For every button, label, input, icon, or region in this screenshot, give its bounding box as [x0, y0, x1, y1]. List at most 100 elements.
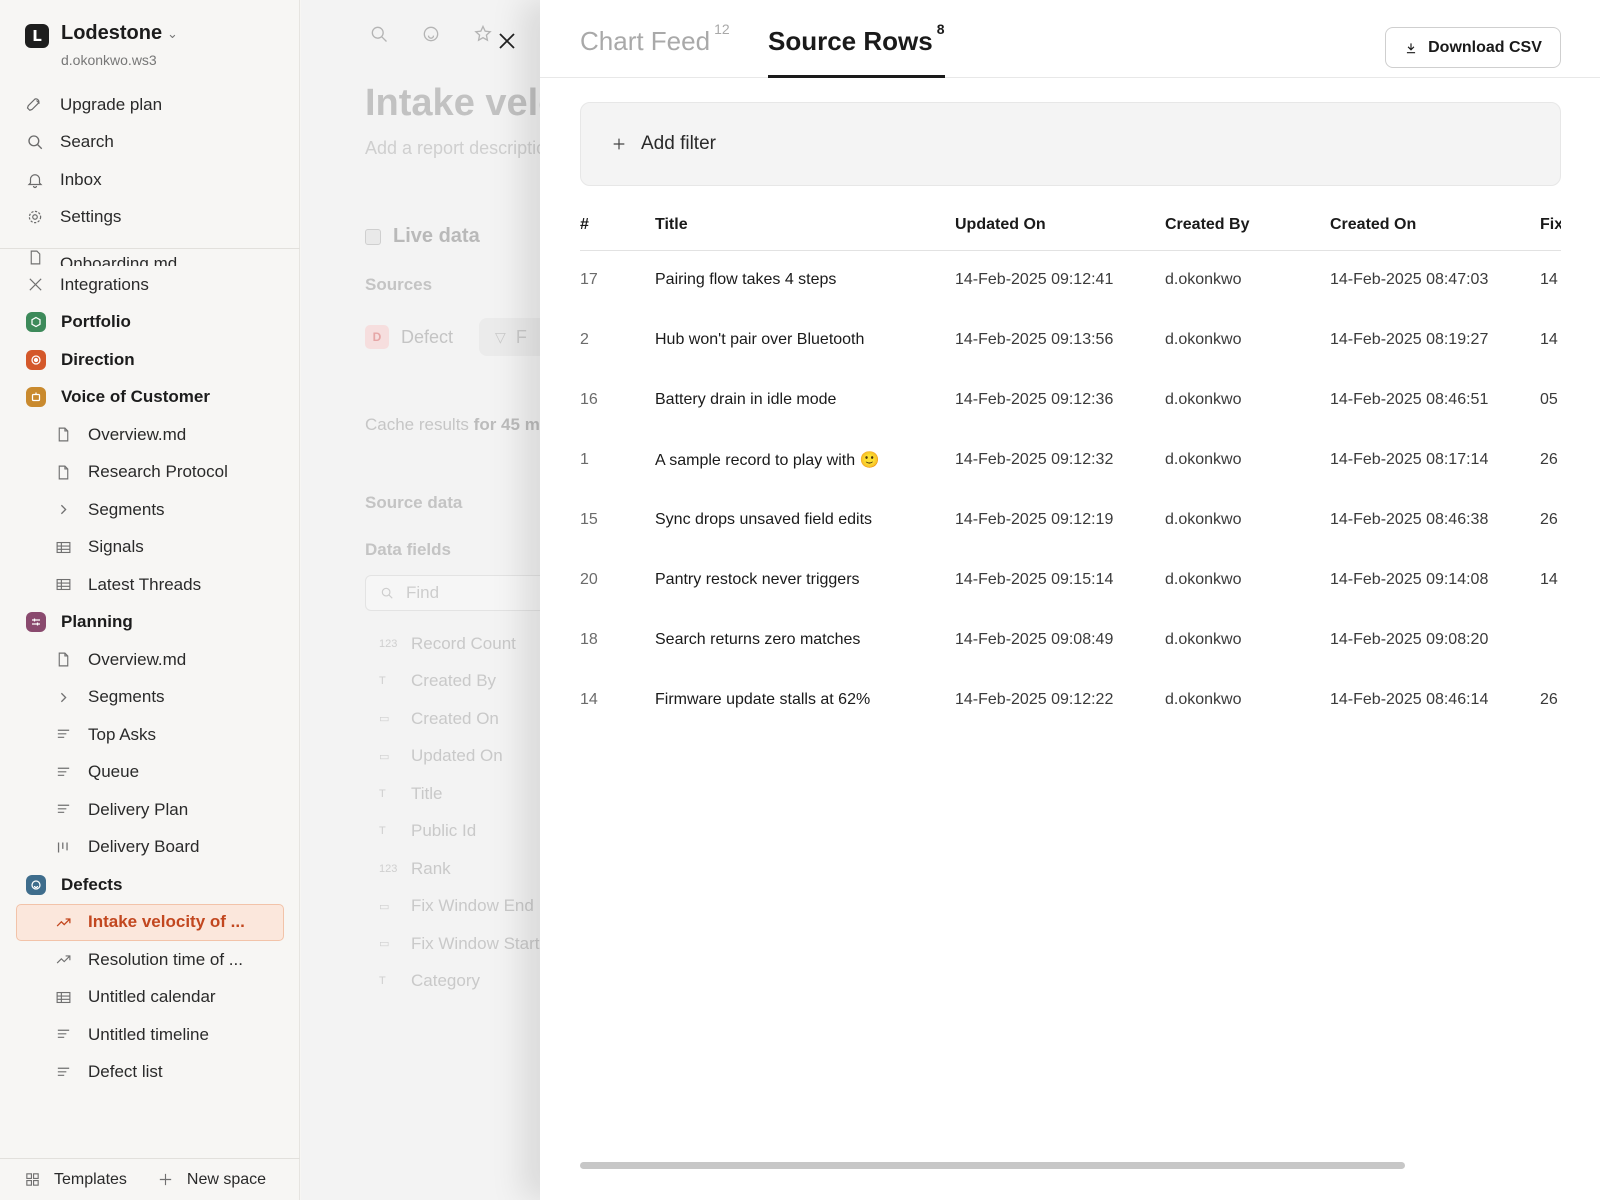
tree-item-latest-threads[interactable]: Latest Threads — [0, 566, 300, 604]
search-icon — [26, 133, 44, 151]
table-row[interactable]: 14 Firmware update stalls at 62% 14-Feb-20… — [580, 670, 1561, 730]
close-drawer-button[interactable] — [492, 26, 522, 56]
field-label: Updated On — [411, 746, 503, 766]
space-voice-of-customer[interactable]: Voice of Customer — [0, 379, 300, 417]
data-field[interactable]: ▭ Fix Window End — [365, 888, 539, 926]
tree-item-label: Signals — [88, 537, 144, 557]
tree-item-label: Queue — [88, 762, 140, 782]
table-cell-updated: 14-Feb-2025 09:12:19 — [955, 511, 1114, 528]
tree-item-top-asks[interactable]: Top Asks — [0, 716, 300, 754]
list-icon — [54, 763, 72, 781]
data-field[interactable]: ▭ Created On — [365, 700, 539, 738]
data-field[interactable]: 123 Rank — [365, 850, 539, 888]
file-icon — [54, 651, 72, 669]
field-label: Public Id — [411, 821, 477, 841]
number-type-icon: 123 — [379, 637, 398, 650]
column-header-fix[interactable]: Fix — [1540, 200, 1561, 251]
tree-item-untitled-timeline[interactable]: Untitled timeline — [0, 1016, 300, 1054]
table-row[interactable]: 2 Hub won't pair over Bluetooth 14-Feb-202… — [580, 310, 1561, 370]
tree-item-label: Resolution time of ... — [88, 949, 243, 969]
data-field[interactable]: ▭ Updated On — [365, 738, 539, 776]
data-field[interactable]: T Created By — [365, 663, 539, 701]
report-description-input[interactable]: Add a report description — [365, 138, 541, 159]
nav-search[interactable]: Search — [0, 124, 300, 162]
tab-chart-feed[interactable]: Chart Feed 12 — [580, 21, 730, 78]
tree-item-planning-segments[interactable]: Segments — [0, 679, 300, 717]
tree-item-resolution-time[interactable]: Resolution time of ... — [0, 941, 300, 979]
table-row[interactable]: 15 Sync drops unsaved field edits 14-Feb-2… — [580, 490, 1561, 550]
new-space-button[interactable]: New space — [157, 1171, 266, 1189]
table-row[interactable]: 17 Pairing flow takes 4 steps 14-Feb-2025 … — [580, 250, 1561, 310]
tree-item-integrations[interactable]: Integrations — [0, 266, 300, 304]
nav-label: Search — [60, 132, 114, 152]
space-direction[interactable]: Direction — [0, 341, 300, 379]
table-row[interactable]: 20 Pantry restock never triggers 14-Feb-20… — [580, 550, 1561, 610]
field-search-input[interactable]: Find — [365, 575, 541, 611]
source-rows-table: # Title Updated On Created By Created On… — [580, 200, 1561, 730]
column-header-created-on[interactable]: Created On — [1330, 200, 1540, 251]
table-row[interactable]: 18 Search returns zero matches 14-Feb-2025… — [580, 610, 1561, 670]
table-cell-title: Firmware update stalls at 62% — [655, 691, 871, 708]
list-icon — [54, 1063, 72, 1081]
tree-item-queue[interactable]: Queue — [0, 754, 300, 792]
space-planning[interactable]: Planning — [0, 604, 300, 642]
text-type-icon: T — [379, 787, 386, 800]
table-cell-id: 1 — [580, 451, 589, 468]
table-cell-id: 15 — [580, 511, 598, 528]
space-portfolio[interactable]: Portfolio — [0, 304, 300, 342]
tree-item-planning-overview[interactable]: Overview.md — [0, 641, 300, 679]
data-field[interactable]: 123 Record Count — [365, 625, 539, 663]
nav-upgrade-plan[interactable]: Upgrade plan — [0, 86, 300, 124]
emoji-icon[interactable] — [421, 24, 441, 44]
data-field[interactable]: ▭ Fix Window Start — [365, 925, 539, 963]
download-csv-button[interactable]: Download CSV — [1385, 27, 1561, 68]
source-chip[interactable]: D Defect ▽ F — [365, 318, 541, 356]
tree-item-delivery-plan[interactable]: Delivery Plan — [0, 791, 300, 829]
add-filter-button[interactable]: Add filter — [580, 102, 1561, 186]
nav-settings[interactable]: Settings — [0, 199, 300, 237]
text-type-icon: T — [379, 825, 386, 838]
tree-item-delivery-board[interactable]: Delivery Board — [0, 829, 300, 867]
sliders-icon — [26, 612, 46, 633]
column-header-updated-on[interactable]: Updated On — [955, 200, 1165, 251]
column-header-title[interactable]: Title — [655, 200, 955, 251]
table-cell-title: Sync drops unsaved field edits — [655, 511, 873, 528]
tree-item-untitled-calendar[interactable]: Untitled calendar — [0, 979, 300, 1017]
table-cell-updated: 14-Feb-2025 09:08:49 — [955, 631, 1114, 648]
tree-item-research-protocol[interactable]: Research Protocol — [0, 454, 300, 492]
table-row[interactable]: 1 A sample record to play with 🙂 14-Feb-20… — [580, 430, 1561, 490]
data-field[interactable]: T Category — [365, 963, 539, 1001]
filter-chip[interactable]: ▽ F — [479, 318, 541, 356]
column-header-created-by[interactable]: Created By — [1165, 200, 1330, 251]
tree-item-voc-segments[interactable]: Segments — [0, 491, 300, 529]
live-data-toggle[interactable]: Live data — [365, 225, 480, 248]
table-cell-by: d.okonkwo — [1165, 451, 1242, 468]
data-field-list: 123 Record Count T Created By ▭ Created On … — [365, 625, 539, 1000]
tree-item-label: Segments — [88, 499, 165, 519]
tree-item-onboarding[interactable]: Onboarding.md — [0, 233, 300, 266]
templates-button[interactable]: Templates — [24, 1171, 127, 1189]
data-field[interactable]: T Title — [365, 775, 539, 813]
space-tree: Onboarding.md Integrations Portfolio Dir… — [0, 233, 300, 1153]
nav-inbox[interactable]: Inbox — [0, 161, 300, 199]
chevron-right-icon[interactable] — [54, 688, 72, 706]
workspace-switcher[interactable]: L Lodestone ⌄ d.okonkwo.ws3 — [25, 22, 285, 72]
table-row[interactable]: 16 Battery drain in idle mode 14-Feb-2025 … — [580, 370, 1561, 430]
column-header-id[interactable]: # — [580, 200, 655, 251]
star-icon[interactable] — [473, 24, 493, 44]
search-icon[interactable] — [369, 24, 389, 44]
tree-item-intake-velocity[interactable]: Intake velocity of ... — [16, 903, 284, 941]
tree-item-signals[interactable]: Signals — [0, 529, 300, 567]
file-icon — [26, 248, 44, 266]
checkbox[interactable] — [365, 228, 381, 245]
table-cell-by: d.okonkwo — [1165, 691, 1242, 708]
tree-item-voc-overview[interactable]: Overview.md — [0, 416, 300, 454]
report-title[interactable]: Intake velocity of — [365, 82, 541, 125]
data-field[interactable]: T Public Id — [365, 813, 539, 851]
tab-source-rows[interactable]: Source Rows 8 — [768, 21, 945, 78]
tree-item-defect-list[interactable]: Defect list — [0, 1054, 300, 1092]
cache-setting[interactable]: Cache results for 45 m — [365, 415, 540, 435]
horizontal-scrollbar[interactable] — [580, 1162, 1405, 1169]
space-defects[interactable]: Defects — [0, 866, 300, 904]
chevron-right-icon[interactable] — [54, 501, 72, 519]
